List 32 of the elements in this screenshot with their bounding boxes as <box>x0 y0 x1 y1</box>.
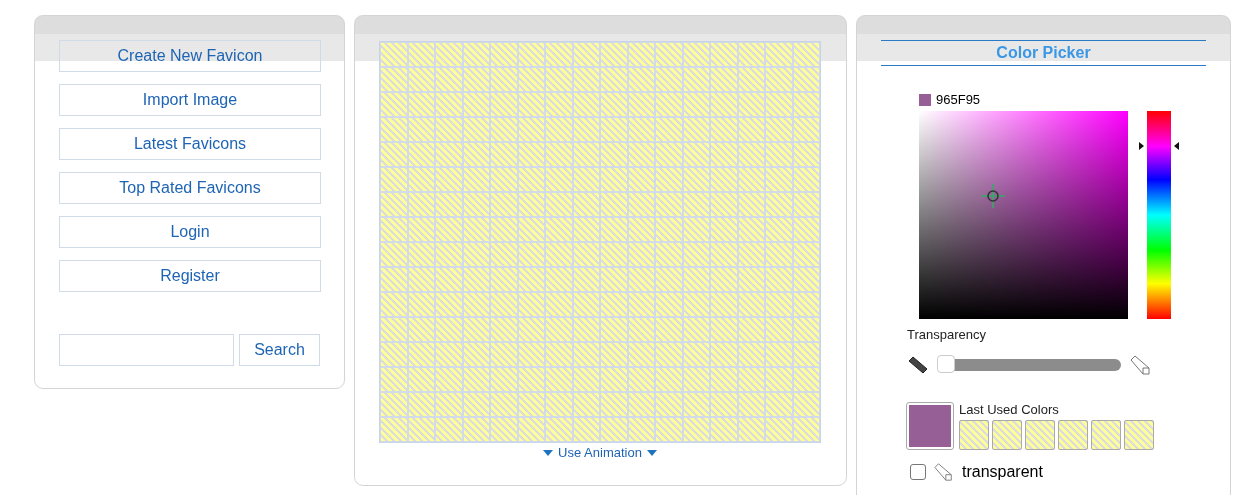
recent-color-swatch[interactable] <box>959 420 989 450</box>
menu-button[interactable]: Latest Favicons <box>59 128 321 160</box>
menu-button[interactable]: Register <box>59 260 321 292</box>
arrow-icon[interactable] <box>1139 142 1144 150</box>
checkbox[interactable] <box>910 464 926 480</box>
search-field[interactable] <box>59 334 234 366</box>
saturation-field[interactable] <box>919 111 1128 319</box>
caret-icon <box>543 449 554 456</box>
caret-icon <box>646 449 657 456</box>
recent-color-swatch[interactable] <box>1058 420 1088 450</box>
recent-color-swatch[interactable] <box>992 420 1022 450</box>
panel-title: Color Picker <box>881 40 1206 66</box>
pencil-icon <box>907 355 929 375</box>
crosshair-icon[interactable] <box>981 184 1005 208</box>
menu-button[interactable]: Create New Favicon <box>59 40 321 72</box>
animation-toggle[interactable]: Use Animation <box>379 445 821 460</box>
arrow-icon[interactable] <box>1174 142 1179 150</box>
option-label: transparent <box>962 463 1043 481</box>
transparency-label: Transparency <box>907 327 987 342</box>
search-button[interactable]: Search <box>239 334 320 366</box>
recent-color-swatch[interactable] <box>1124 420 1154 450</box>
recent-color-swatch[interactable] <box>1025 420 1055 450</box>
hue-bar[interactable] <box>1147 111 1171 319</box>
menu-button[interactable]: Login <box>59 216 321 248</box>
eraser-icon <box>1129 354 1153 376</box>
transparency-slider[interactable] <box>937 356 1121 374</box>
recent-color-swatch[interactable] <box>1091 420 1121 450</box>
pixel-grid[interactable] <box>379 41 821 443</box>
hex-value: 965F95 <box>936 92 981 107</box>
menu-button[interactable]: Top Rated Favicons <box>59 172 321 204</box>
last-used-label: Last Used Colors <box>959 402 1060 417</box>
menu-button[interactable]: Import Image <box>59 84 321 116</box>
